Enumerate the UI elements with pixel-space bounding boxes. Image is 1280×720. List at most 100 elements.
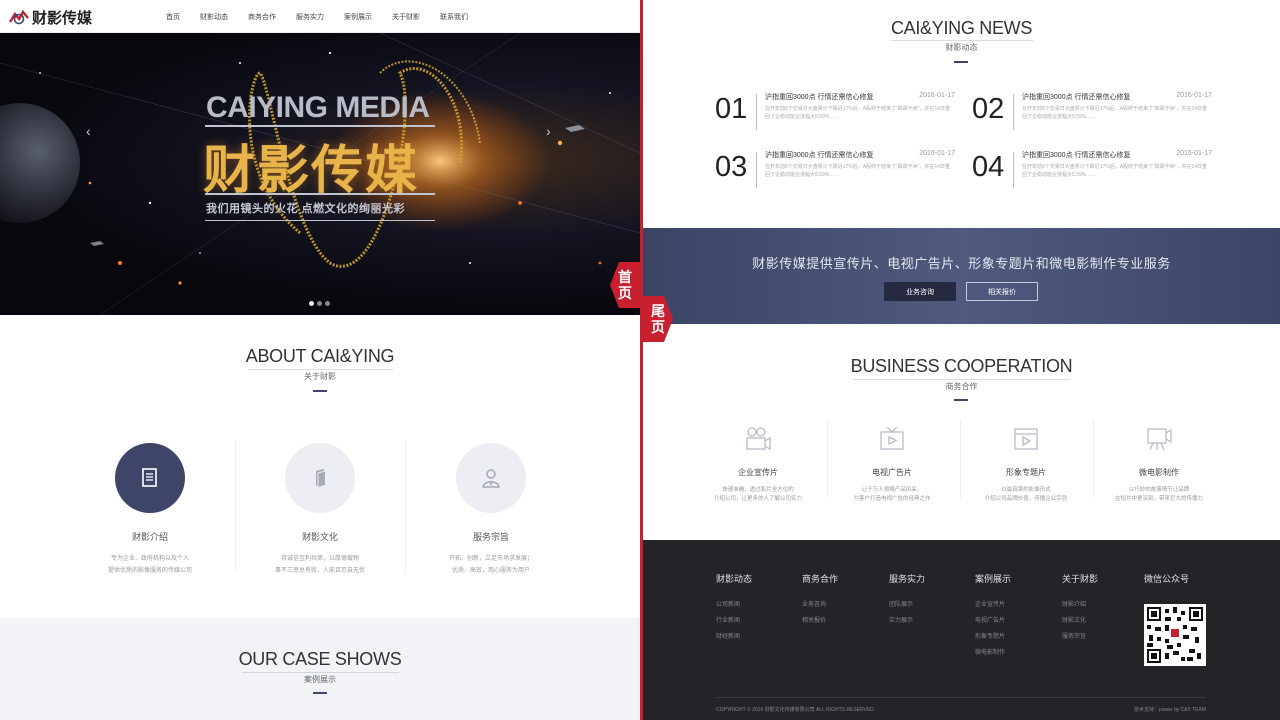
news-date: 2016-01-17 [919,92,955,99]
footer-heading[interactable]: 财影动态 [716,572,752,585]
slider-dot-2[interactable] [317,301,322,306]
news-headline[interactable]: 沪指重回3000点 行情还需信心修复 [765,150,874,160]
nav-item-business[interactable]: 商务合作 [248,12,276,22]
logo[interactable]: 财影传媒 [8,7,92,27]
business-feature-desc-line2: 介绍公司品牌价值，传播企业宗旨 [984,496,1068,502]
news-summary: 在开年前8个交易日大盘累计下跌近17%后，A股终于结束了“跌跌不休”，并在14日… [765,106,951,120]
business-feature-desc-line1: 以最真挚的影像形式 [1001,487,1051,493]
slider-dot-3[interactable] [325,301,330,306]
footer-heading[interactable]: 服务实力 [889,572,925,585]
footer-divider [716,697,1206,698]
hero-title-en: CAIYING MEDIA [206,91,430,124]
news-number: 03 [715,151,748,183]
about-item-culture[interactable]: 财影文化 持诚信互利共荣，以厚德载物 事不三思总有败，人能百忍自无忧 [235,440,405,577]
about-title-rule [248,369,393,370]
news-separator [1013,152,1014,188]
about-item-service[interactable]: 服务宗旨 开拓、创新，立足市场求发展； 优质、高效，用心服务为用户 [406,440,576,577]
business-microfilm-desc: 以巧妙的故事情节让品牌 在短片中更深刻，带来巨大的传播力 [1093,486,1225,504]
business-promo-desc-line2: 介绍公司，让更多的人了解公司实力 [713,496,802,502]
nav-item-about[interactable]: 关于财影 [392,12,420,22]
business-tvad-desc-line2: 为客户打造电视广告的经典之作 [853,496,931,502]
news-separator [756,94,757,130]
about-culture-desc-line1: 持诚信互利共荣，以厚德载物 [280,556,359,562]
home-tag-char-1: 首 [618,269,632,285]
business-promo-title: 企业宣传片 [738,468,778,477]
news-item-4[interactable]: 04 沪指重回3000点 行情还需信心修复 2016-01-17 在开年前8个交… [972,150,1212,194]
top-nav: 财影传媒 首页 财影动态 商务合作 服务实力 案例展示 关于财影 联系我们 [0,0,640,33]
footer-link[interactable]: 企业宣传片 [975,599,1011,608]
footer-heading[interactable]: 关于财影 [1062,572,1098,585]
about-title: ABOUT CAI&YING [245,346,395,366]
footer-col-business: 商务合作 业务咨询 相关报价 [802,572,838,631]
business-feature-title: 形象专题片 [1006,468,1046,477]
about-service-title: 服务宗旨 [472,532,509,542]
nav-item-news[interactable]: 财影动态 [200,12,228,22]
footer-link[interactable]: 电视广告片 [975,615,1011,624]
footer-link[interactable]: 公司新闻 [716,599,752,608]
about-intro-desc: 专为企业、政府机构以及个人 提供优质的影像服务的传媒公司 [65,553,235,577]
about-intro-desc-line2: 提供优质的影像服务的传媒公司 [107,568,192,574]
service-banner: 财影传媒提供宣传片、电视广告片、形象专题片和微电影制作专业服务 业务咨询 相关报… [643,228,1280,324]
news-headline[interactable]: 沪指重回3000点 行情还需信心修复 [1022,150,1131,160]
hero-rule-mid [205,193,435,195]
nav-item-service[interactable]: 服务实力 [296,12,324,22]
footer-link[interactable]: 团队展示 [889,599,925,608]
nav-item-cases[interactable]: 案例展示 [344,12,372,22]
news-item-3[interactable]: 03 沪指重回3000点 行情还需信心修复 2016-01-17 在开年前8个交… [715,150,955,194]
footer-col-about: 关于财影 财影介绍 财影文化 服务宗旨 [1062,572,1098,647]
news-item-2[interactable]: 02 沪指重回3000点 行情还需信心修复 2016-01-17 在开年前8个交… [972,92,1212,136]
about-intro-circle [115,443,185,513]
case-subtitle: 案例展示 [304,675,336,684]
user-service-icon [482,469,500,488]
end-tag-char-2: 页 [651,319,665,335]
about-accent-bar [313,390,327,392]
footer-link[interactable]: 财影文化 [1062,615,1098,624]
news-separator [1013,94,1014,130]
hero-next-arrow-icon[interactable]: › [546,123,551,139]
hero-prev-arrow-icon[interactable]: ‹ [86,123,91,139]
case-title-rule [242,672,399,673]
hero-title-cn: 财影传媒 [203,142,420,200]
book-icon [316,469,326,487]
nav-item-contact[interactable]: 联系我们 [440,12,468,22]
news-headline[interactable]: 沪指重回3000点 行情还需信心修复 [1022,92,1131,102]
about-culture-circle [285,443,355,513]
business-item-microfilm[interactable]: 微电影制作 以巧妙的故事情节让品牌 在短片中更深刻，带来巨大的传播力 [1093,423,1225,504]
business-item-promo[interactable]: 企业宣传片 快速准确，透过影片全方位的 介绍公司，让更多的人了解公司实力 [692,423,824,504]
business-microfilm-desc-line1: 以巧妙的故事情节让品牌 [1128,487,1190,493]
business-tvad-desc: 让千万人领略产品风采， 为客户打造电视广告的经典之作 [826,486,958,504]
news-headline[interactable]: 沪指重回3000点 行情还需信心修复 [765,92,874,102]
banner-text: 财影传媒提供宣传片、电视广告片、形象专题片和微电影制作专业服务 [752,256,1171,271]
about-service-desc: 开拓、创新，立足市场求发展； 优质、高效，用心服务为用户 [406,553,576,577]
footer-link[interactable]: 行业新闻 [716,615,752,624]
page-bottom-panel: CAI&YING NEWS 财影动态 01 沪指重回3000点 行情还需信心修复… [643,0,1280,720]
footer-link[interactable]: 形象专题片 [975,631,1011,640]
business-item-feature[interactable]: 形象专题片 以最真挚的影像形式 介绍公司品牌价值，传播企业宗旨 [960,423,1092,504]
footer-link[interactable]: 微电影制作 [975,647,1011,656]
about-intro-desc-line1: 专为企业、政府机构以及个人 [110,556,189,562]
about-service-desc-line1: 开拓、创新，立足市场求发展； [448,556,533,562]
footer-link[interactable]: 财经新闻 [716,631,752,640]
footer-heading[interactable]: 案例展示 [975,572,1011,585]
footer-link[interactable]: 财影介绍 [1062,599,1098,608]
business-item-tvad[interactable]: 电视广告片 让千万人领略产品风采， 为客户打造电视广告的经典之作 [826,423,958,504]
slider-dot-1[interactable] [309,301,314,306]
about-item-intro[interactable]: 财影介绍 专为企业、政府机构以及个人 提供优质的影像服务的传媒公司 [65,440,235,577]
footer-link[interactable]: 服务宗旨 [1062,631,1098,640]
case-section: OUR CASE SHOWS 案例展示 [0,618,640,720]
news-number: 01 [715,93,748,125]
projector-icon [1147,428,1172,451]
news-item-1[interactable]: 01 沪指重回3000点 行情还需信心修复 2016-01-17 在开年前8个交… [715,92,955,136]
consult-button[interactable]: 业务咨询 [884,282,956,301]
footer-heading[interactable]: 商务合作 [802,572,838,585]
about-culture-desc-line2: 事不三思总有败，人能百忍自无忧 [274,568,365,574]
nav-item-home[interactable]: 首页 [166,12,180,22]
footer-link[interactable]: 实力展示 [889,615,925,624]
footer-link[interactable]: 相关报价 [802,615,838,624]
news-separator [756,152,757,188]
news-number: 02 [972,93,1005,125]
quote-button[interactable]: 相关报价 [966,282,1038,301]
news-subtitle: 财影动态 [945,43,978,52]
end-tag-char-1: 尾 [651,303,665,319]
footer-link[interactable]: 业务咨询 [802,599,838,608]
